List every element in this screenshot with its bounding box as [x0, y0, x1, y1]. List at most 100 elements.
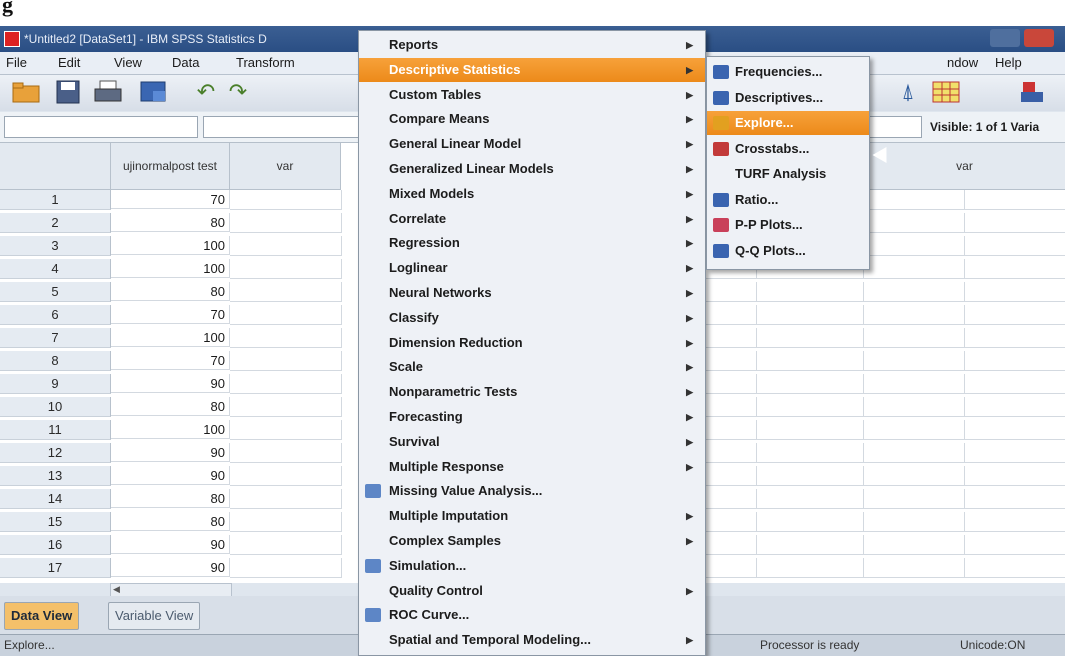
menu-item-simulation[interactable]: Simulation...	[359, 554, 705, 578]
cell-empty[interactable]	[964, 466, 1065, 486]
cell-empty[interactable]	[964, 397, 1065, 417]
cell-ujinormalposttest[interactable]: 80	[111, 489, 230, 508]
cell-ujinormalposttest[interactable]: 90	[111, 374, 230, 393]
menu-item-correlate[interactable]: Correlate ▶	[359, 207, 705, 231]
cell-ujinormalposttest[interactable]: 100	[111, 328, 230, 347]
cell-empty[interactable]	[230, 466, 342, 486]
cell-empty[interactable]	[230, 443, 342, 463]
menu-item-classify[interactable]: Classify ▶	[359, 306, 705, 330]
cell-empty[interactable]	[230, 213, 342, 233]
cell-ujinormalposttest[interactable]: 90	[111, 535, 230, 554]
submenu-item-descriptives[interactable]: Descriptives...	[707, 86, 869, 110]
cell-empty[interactable]	[230, 374, 342, 394]
menu-item-multiple-imputation[interactable]: Multiple Imputation ▶	[359, 504, 705, 528]
cell-empty[interactable]	[864, 305, 965, 325]
grid-icon[interactable]	[930, 78, 962, 106]
cell-empty[interactable]	[964, 236, 1065, 256]
menu-item-complex-samples[interactable]: Complex Samples ▶	[359, 529, 705, 553]
cell-empty[interactable]	[706, 328, 757, 348]
cell-empty[interactable]	[864, 535, 965, 555]
cell-empty[interactable]	[964, 259, 1065, 279]
row-number[interactable]: 5	[0, 282, 111, 302]
cell-empty[interactable]	[964, 558, 1065, 578]
menu-item-neural-networks[interactable]: Neural Networks ▶	[359, 281, 705, 305]
cell-empty[interactable]	[230, 558, 342, 578]
cell-empty[interactable]	[756, 420, 864, 440]
close-button[interactable]	[1024, 29, 1054, 47]
menu-help[interactable]: Help	[995, 55, 1022, 70]
cell-ujinormalposttest[interactable]: 90	[111, 558, 230, 577]
row-number[interactable]: 8	[0, 351, 111, 371]
cell-ujinormalposttest[interactable]: 100	[111, 259, 230, 278]
cell-empty[interactable]	[756, 558, 864, 578]
cell-empty[interactable]	[964, 420, 1065, 440]
submenu-item-explore[interactable]: Explore...	[707, 111, 869, 135]
cell-empty[interactable]	[230, 305, 342, 325]
menu-item-multiple-response[interactable]: Multiple Response ▶	[359, 455, 705, 479]
row-number[interactable]: 1	[0, 190, 111, 210]
submenu-item-q-q-plots[interactable]: Q-Q Plots...	[707, 239, 869, 263]
cell-empty[interactable]	[230, 512, 342, 532]
row-number[interactable]: 6	[0, 305, 111, 325]
cell-empty[interactable]	[706, 282, 757, 302]
cell-ujinormalposttest[interactable]: 80	[111, 512, 230, 531]
cell-ujinormalposttest[interactable]: 70	[111, 190, 230, 209]
column-header-var[interactable]: var	[864, 143, 1065, 190]
save-icon[interactable]	[52, 78, 84, 106]
cell-empty[interactable]	[756, 535, 864, 555]
menu-item-quality-control[interactable]: Quality Control ▶	[359, 579, 705, 603]
tab-variable-view[interactable]: Variable View	[108, 602, 201, 630]
cell-empty[interactable]	[230, 282, 342, 302]
cell-ujinormalposttest[interactable]: 100	[111, 420, 230, 439]
row-number[interactable]: 12	[0, 443, 111, 463]
cell-empty[interactable]	[706, 351, 757, 371]
menu-data[interactable]: Data	[172, 55, 199, 70]
cell-empty[interactable]	[864, 190, 965, 210]
row-number[interactable]: 2	[0, 213, 111, 233]
value-labels-icon[interactable]	[1016, 78, 1048, 106]
menu-file[interactable]: File	[6, 55, 27, 70]
cell-empty[interactable]	[230, 489, 342, 509]
menu-window[interactable]: ndow	[947, 55, 978, 70]
row-number[interactable]: 4	[0, 259, 111, 279]
submenu-item-ratio[interactable]: Ratio...	[707, 188, 869, 212]
cell-empty[interactable]	[706, 489, 757, 509]
menu-view[interactable]: View	[114, 55, 142, 70]
cell-empty[interactable]	[706, 420, 757, 440]
cell-empty[interactable]	[864, 512, 965, 532]
recall-dialog-icon[interactable]	[138, 78, 170, 106]
cell-empty[interactable]	[964, 305, 1065, 325]
cell-empty[interactable]	[706, 443, 757, 463]
cell-empty[interactable]	[864, 420, 965, 440]
cell-empty[interactable]	[964, 443, 1065, 463]
cell-empty[interactable]	[230, 259, 342, 279]
row-number[interactable]: 7	[0, 328, 111, 348]
cell-empty[interactable]	[964, 374, 1065, 394]
cell-empty[interactable]	[230, 190, 342, 210]
minimize-button[interactable]	[990, 29, 1020, 47]
cell-empty[interactable]	[864, 374, 965, 394]
cell-ujinormalposttest[interactable]: 70	[111, 351, 230, 370]
cell-empty[interactable]	[230, 397, 342, 417]
cell-empty[interactable]	[706, 535, 757, 555]
menu-edit[interactable]: Edit	[58, 55, 80, 70]
tab-data-view[interactable]: Data View	[4, 602, 80, 630]
redo-icon[interactable]: ↷	[222, 78, 254, 106]
cell-empty[interactable]	[864, 351, 965, 371]
menu-item-dimension-reduction[interactable]: Dimension Reduction ▶	[359, 331, 705, 355]
row-number[interactable]: 17	[0, 558, 111, 578]
cell-empty[interactable]	[864, 443, 965, 463]
cell-empty[interactable]	[864, 328, 965, 348]
row-number[interactable]: 11	[0, 420, 111, 440]
row-number[interactable]: 14	[0, 489, 111, 509]
scroll-left-icon[interactable]: ◀	[113, 584, 120, 595]
cell-ujinormalposttest[interactable]: 90	[111, 443, 230, 462]
cell-empty[interactable]	[964, 282, 1065, 302]
cell-empty[interactable]	[230, 535, 342, 555]
cell-empty[interactable]	[706, 512, 757, 532]
submenu-item-frequencies[interactable]: Frequencies...	[707, 60, 869, 84]
cell-empty[interactable]	[864, 236, 965, 256]
menu-item-reports[interactable]: Reports ▶	[359, 33, 705, 57]
cell-ujinormalposttest[interactable]: 80	[111, 282, 230, 301]
cell-empty[interactable]	[864, 213, 965, 233]
